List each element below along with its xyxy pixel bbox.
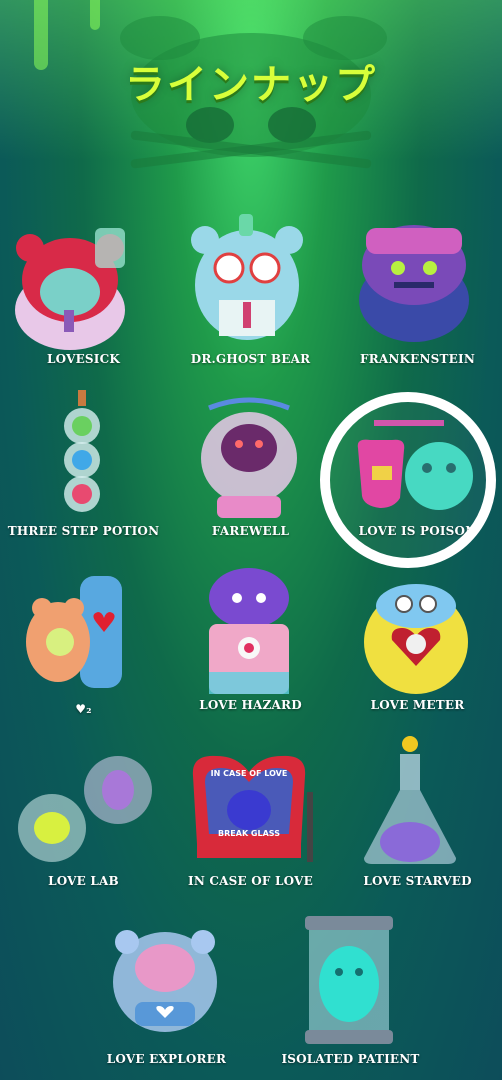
lineup-item-in-case-of-love[interactable]: IN CASE OF LOVE BREAK GLASS IN CASE OF L… — [167, 736, 334, 896]
farewell-figure — [201, 397, 297, 518]
case-bottom-text: BREAK GLASS — [218, 829, 280, 838]
love-explorer-figure — [113, 930, 217, 1032]
item-label: FRANKENSTEIN — [359, 352, 476, 366]
page-title: ラインナップ — [125, 62, 377, 108]
item-label: LOVE EXPLORER — [106, 1052, 227, 1066]
heart-2-figure — [26, 576, 122, 688]
lineup-item-isolated-patient[interactable]: ISOLATED PATIENT — [267, 912, 434, 1072]
item-label: FAREWELL — [211, 524, 290, 538]
lineup-item-heart-2[interactable]: ♥₂ — [0, 562, 167, 722]
love-lab-figure — [18, 756, 152, 862]
item-label: LOVESICK — [47, 352, 120, 366]
highlight-ring — [320, 392, 496, 568]
item-label: LOVE HAZARD — [199, 698, 302, 712]
three-step-potion-figure — [64, 390, 100, 512]
lineup-item-love-explorer[interactable]: LOVE EXPLORER — [83, 912, 250, 1072]
case-top-text: IN CASE OF LOVE — [211, 769, 288, 778]
item-label: ♥₂ — [75, 702, 92, 716]
item-label: IN CASE OF LOVE — [188, 874, 313, 888]
isolated-patient-figure — [305, 916, 393, 1044]
love-hazard-figure — [209, 568, 289, 694]
love-meter-figure — [364, 584, 468, 694]
item-label: THREE STEP POTION — [7, 524, 160, 538]
frankenstein-figure — [359, 225, 469, 342]
header: ラインナップ — [0, 0, 502, 170]
lineup-item-love-meter[interactable]: LOVE METER — [334, 562, 501, 722]
lineup-item-three-step-potion[interactable]: THREE STEP POTION — [0, 388, 167, 548]
lovesick-figure — [15, 228, 125, 350]
lineup-item-dr-ghost-bear[interactable]: DR.GHOST BEAR — [167, 210, 334, 370]
item-label: LOVE METER — [370, 698, 465, 712]
lineup-item-lovesick[interactable]: LOVESICK — [0, 210, 167, 370]
lineup-item-love-starved[interactable]: LOVE STARVED — [334, 736, 501, 896]
lineup-item-farewell[interactable]: FAREWELL — [167, 388, 334, 548]
item-label: LOVE STARVED — [363, 874, 472, 888]
in-case-of-love-figure: IN CASE OF LOVE BREAK GLASS — [192, 755, 313, 862]
dr-ghost-bear-figure — [191, 214, 303, 340]
love-starved-figure — [364, 736, 456, 864]
item-label: LOVE LAB — [48, 874, 119, 888]
item-label: ISOLATED PATIENT — [281, 1052, 420, 1066]
lineup-item-love-lab[interactable]: LOVE LAB — [0, 736, 167, 896]
item-label: DR.GHOST BEAR — [190, 352, 311, 366]
lineup-item-frankenstein[interactable]: FRANKENSTEIN — [334, 210, 501, 370]
lineup-item-love-hazard[interactable]: LOVE HAZARD — [167, 562, 334, 722]
